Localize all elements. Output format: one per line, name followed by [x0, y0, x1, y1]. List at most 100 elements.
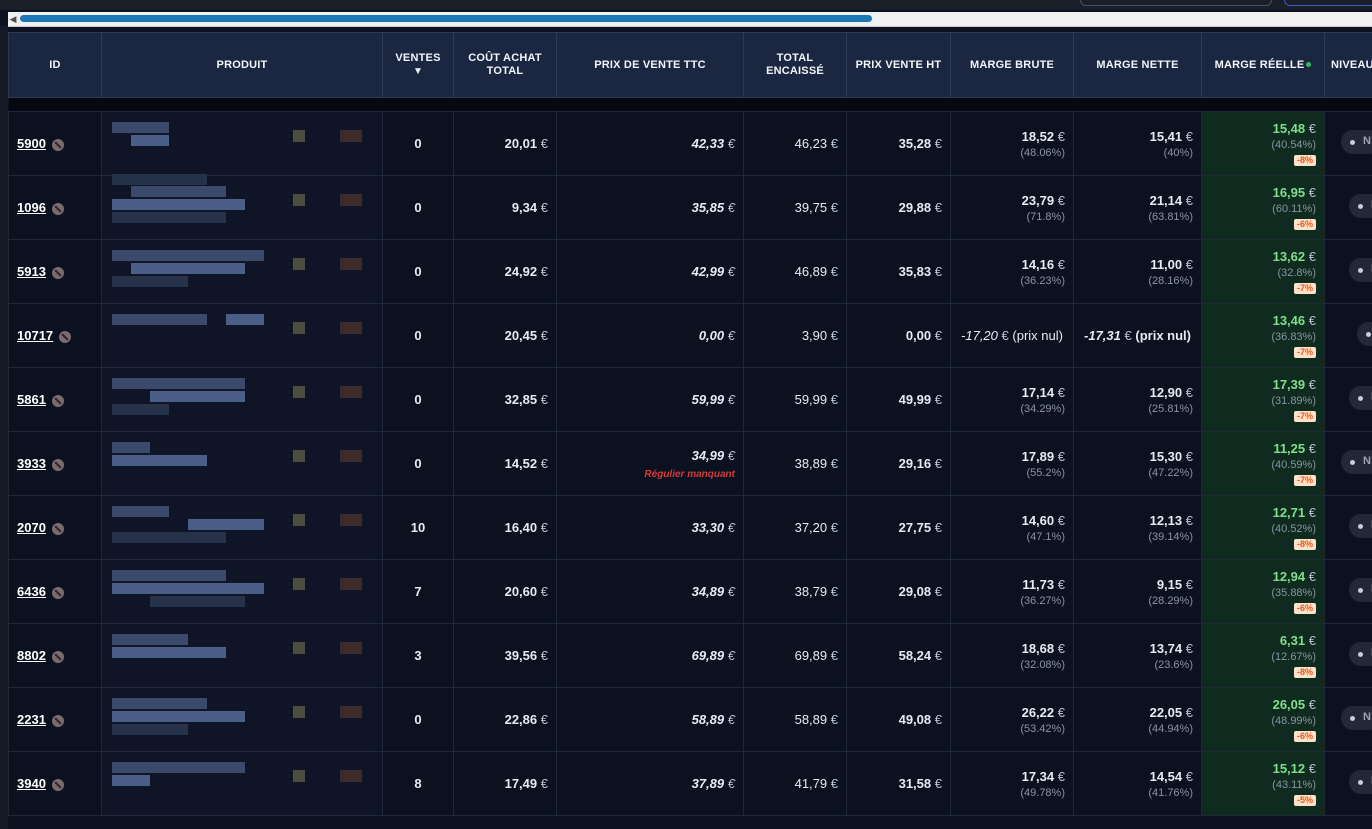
table-row[interactable]: 10717 0 20,45 €0,00 €3,90 €0,00 € -17,20 € … [8, 303, 1372, 368]
niveau-pill[interactable] [1341, 450, 1372, 474]
mr-pct: (48.99%) [1271, 715, 1316, 727]
mr-badge: -8% [1293, 155, 1316, 166]
cell-marge-brute: 17,14 € (34.29%) [950, 367, 1074, 432]
ventes-value: 7 [414, 584, 422, 599]
col-header-marge-reelle[interactable]: MARGE RÉELLE [1201, 32, 1325, 98]
mr-value: 11,25 [1273, 441, 1306, 456]
thumb-block [293, 769, 305, 782]
niveau-pill[interactable] [1357, 322, 1372, 346]
encaisse-value: 46,89 [794, 264, 828, 279]
cout: 16,40 € [460, 520, 548, 535]
euro-sign: € [540, 648, 548, 663]
table-row[interactable]: 6436 7 20,60 €34,89 €38,79 €29,08 €11,73 €… [8, 559, 1372, 624]
col-header-ht[interactable]: PRIX VENTE HT [846, 32, 951, 98]
ban-icon[interactable] [51, 202, 64, 215]
ban-icon[interactable] [51, 138, 64, 151]
cell-marge-brute: 17,34 € (49.78%) [950, 751, 1074, 816]
horizontal-scrollbar[interactable]: ◀ [8, 12, 1372, 27]
col-header-ttc[interactable]: PRIX DE VENTE TTC [556, 32, 744, 98]
mr-badge-wrap: -7% [1208, 279, 1316, 294]
top-control-1[interactable] [1080, 0, 1272, 6]
col-header-ventes[interactable]: VENTES ▼ [382, 32, 454, 98]
col-header-encaisse[interactable]: TOTAL ENCAISSÉ [743, 32, 847, 98]
thumb-block [293, 641, 305, 654]
niveau-pill[interactable] [1349, 770, 1372, 794]
cell-produit [101, 431, 383, 496]
product-id-link[interactable]: 5913 [17, 264, 46, 279]
ban-icon[interactable] [51, 586, 64, 599]
table-row[interactable]: 5913 0 24,92 €42,99 €46,89 €35,83 €14,16 €… [8, 239, 1372, 304]
euro-sign: € [830, 776, 838, 791]
table-row[interactable]: 2231 0 22,86 €58,89 €58,89 €49,08 €26,22 €… [8, 687, 1372, 752]
niveau-pill[interactable] [1349, 642, 1372, 666]
mn-pct: (40%) [1163, 146, 1193, 159]
cout-value: 20,45 [504, 328, 538, 343]
scroll-thumb[interactable] [20, 15, 872, 22]
mn: 15,41 € [1080, 129, 1193, 144]
cout: 17,49 € [460, 776, 548, 791]
mr-value: 16,95 [1272, 185, 1306, 200]
table-row[interactable]: 8802 3 39,56 €69,89 €69,89 €58,24 €18,68 €… [8, 623, 1372, 688]
col-header-marge-brute[interactable]: MARGE BRUTE [950, 32, 1074, 98]
encaisse: 37,20 € [750, 520, 838, 535]
table-row[interactable]: 2070 10 16,40 €33,30 €37,20 €27,75 €14,60 … [8, 495, 1372, 560]
col-header-produit[interactable]: PRODUIT [101, 32, 383, 98]
ht: 31,58 € [853, 776, 942, 791]
mb-pct: (36.23%) [1020, 274, 1065, 287]
table-row[interactable]: 3940 8 17,49 €37,89 €41,79 €31,58 €17,34 €… [8, 751, 1372, 816]
niveau-pill[interactable] [1349, 194, 1372, 218]
cout-value: 16,40 [504, 520, 538, 535]
scroll-left-icon[interactable]: ◀ [8, 12, 18, 26]
product-id-link[interactable]: 3933 [17, 456, 46, 471]
col-header-marge-nette[interactable]: MARGE NETTE [1073, 32, 1202, 98]
table-row[interactable]: 3933 0 14,52 €34,99 € Régulier manquant 38,8… [8, 431, 1372, 496]
ban-icon[interactable] [51, 522, 64, 535]
cell-marge-reelle: 11,25 € (40.59%) -7% [1201, 431, 1325, 496]
ban-icon[interactable] [51, 458, 64, 471]
euro-sign: € [1308, 505, 1316, 520]
niveau-pill[interactable] [1349, 514, 1372, 538]
product-id-link[interactable]: 8802 [17, 648, 46, 663]
euro-sign: € [830, 264, 838, 279]
ban-icon[interactable] [51, 266, 64, 279]
table-row[interactable]: 5861 0 32,85 €59,99 €59,99 €49,99 €17,14 €… [8, 367, 1372, 432]
product-id-link[interactable]: 5900 [17, 136, 46, 151]
euro-sign: € [727, 264, 735, 279]
top-control-2[interactable] [1284, 0, 1372, 6]
cell-marge-nette: 13,74 € (23.6%) [1073, 623, 1202, 688]
niveau-pill[interactable] [1341, 130, 1372, 154]
niveau-pill[interactable] [1349, 386, 1372, 410]
niveau-pill[interactable] [1349, 578, 1372, 602]
ban-icon[interactable] [59, 330, 72, 343]
ventes-value: 8 [414, 776, 422, 791]
niveau-pill[interactable] [1341, 706, 1372, 730]
col-header-id[interactable]: ID [8, 32, 102, 98]
product-id-link[interactable]: 1096 [17, 200, 46, 215]
product-id-link[interactable]: 3940 [17, 776, 46, 791]
euro-sign: € [1308, 441, 1316, 456]
ban-icon[interactable] [51, 394, 64, 407]
col-header-cout[interactable]: COÛT ACHAT TOTAL [453, 32, 557, 98]
table-row[interactable]: 1096 0 9,34 €35,85 €39,75 €29,88 €23,79 €(… [8, 175, 1372, 240]
mn-pct: (63.81%) [1148, 210, 1193, 223]
cell-produit [101, 687, 383, 752]
euro-sign: € [727, 584, 735, 599]
mb-pct: (48.06%) [1020, 146, 1065, 159]
ban-icon[interactable] [51, 714, 64, 727]
table-row[interactable]: 5900 0 20,01 €42,33 €46,23 €35,28 €18,52 €… [8, 111, 1372, 185]
product-id-link[interactable]: 10717 [17, 328, 53, 343]
cout: 24,92 € [460, 264, 548, 279]
ban-icon[interactable] [51, 778, 64, 791]
product-id-link[interactable]: 5861 [17, 392, 46, 407]
product-id-link[interactable]: 6436 [17, 584, 46, 599]
product-id-link[interactable]: 2231 [17, 712, 46, 727]
thumb-block [340, 513, 362, 526]
col-header-niveau[interactable]: NIVEAU [1324, 32, 1372, 98]
niveau-pill[interactable] [1349, 258, 1372, 282]
ventes-value: 10 [410, 520, 426, 535]
pixelated-product-name [112, 502, 370, 554]
ttc: 58,89 € [563, 712, 735, 727]
product-id-link[interactable]: 2070 [17, 520, 46, 535]
ban-icon[interactable] [51, 650, 64, 663]
table-header-row: ID PRODUIT VENTES ▼ COÛT ACHAT TOTAL PRIX… [8, 32, 1372, 98]
